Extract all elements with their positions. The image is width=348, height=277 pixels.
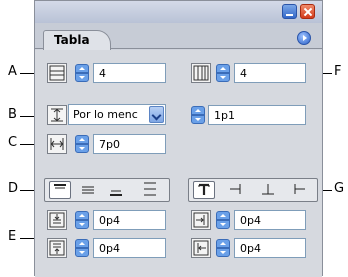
inset-right-stepper[interactable] (216, 211, 230, 230)
inset-bottom-stepper[interactable] (75, 239, 89, 258)
column-width-stepper[interactable] (75, 135, 89, 154)
close-icon[interactable] (300, 4, 315, 19)
columns-stepper[interactable] (216, 64, 230, 83)
rotate-270-icon[interactable] (289, 181, 311, 199)
row-height-stepper[interactable] (191, 106, 205, 125)
columns-icon (191, 63, 211, 83)
inset-bottom-icon (47, 238, 67, 258)
inset-top-stepper[interactable] (75, 211, 89, 230)
rotate-180-icon[interactable] (257, 181, 279, 199)
body-rows-icon (47, 63, 67, 83)
minimize-icon[interactable] (282, 4, 297, 19)
callout-d: D (8, 181, 19, 196)
chevron-down-icon[interactable] (149, 106, 164, 123)
callout-f: F (334, 64, 342, 79)
inset-left-icon (191, 238, 211, 258)
inset-right-field[interactable]: 0p4 (234, 210, 306, 230)
align-center-icon[interactable] (77, 181, 99, 199)
align-bottom-icon[interactable] (105, 181, 127, 199)
column-width-field[interactable]: 7p0 (93, 134, 166, 154)
columns-field[interactable]: 4 (234, 63, 306, 83)
text-rotation-group (188, 178, 318, 202)
body-rows-field[interactable]: 4 (93, 63, 166, 83)
row-height-icon (47, 105, 67, 125)
callout-e: E (8, 229, 17, 244)
vertical-align-group (44, 178, 170, 202)
tab-tabla[interactable]: Tabla (43, 30, 111, 50)
callout-g: G (334, 181, 345, 196)
callout-a: A (8, 64, 17, 79)
callout-e-line (20, 238, 34, 239)
row-height-field[interactable]: 1p1 (208, 105, 306, 125)
rotate-90-icon[interactable] (225, 181, 247, 199)
column-width-icon (47, 134, 67, 154)
rotate-0-icon[interactable] (193, 181, 215, 199)
inset-right-icon (191, 210, 211, 230)
callout-c: C (8, 135, 18, 150)
panel-menu-icon[interactable] (297, 31, 311, 45)
body-rows-stepper[interactable] (75, 64, 89, 83)
inset-left-stepper[interactable] (216, 239, 230, 258)
align-top-icon[interactable] (49, 181, 71, 199)
inset-top-field[interactable]: 0p4 (93, 210, 166, 230)
inset-bottom-field[interactable]: 0p4 (93, 238, 166, 258)
inset-left-field[interactable]: 0p4 (234, 238, 306, 258)
callout-b: B (8, 107, 17, 122)
panel-titlebar[interactable] (35, 1, 322, 23)
inset-top-icon (47, 210, 67, 230)
panel-tab-row: Tabla (35, 23, 322, 50)
justify-vertical-icon[interactable] (139, 181, 161, 199)
